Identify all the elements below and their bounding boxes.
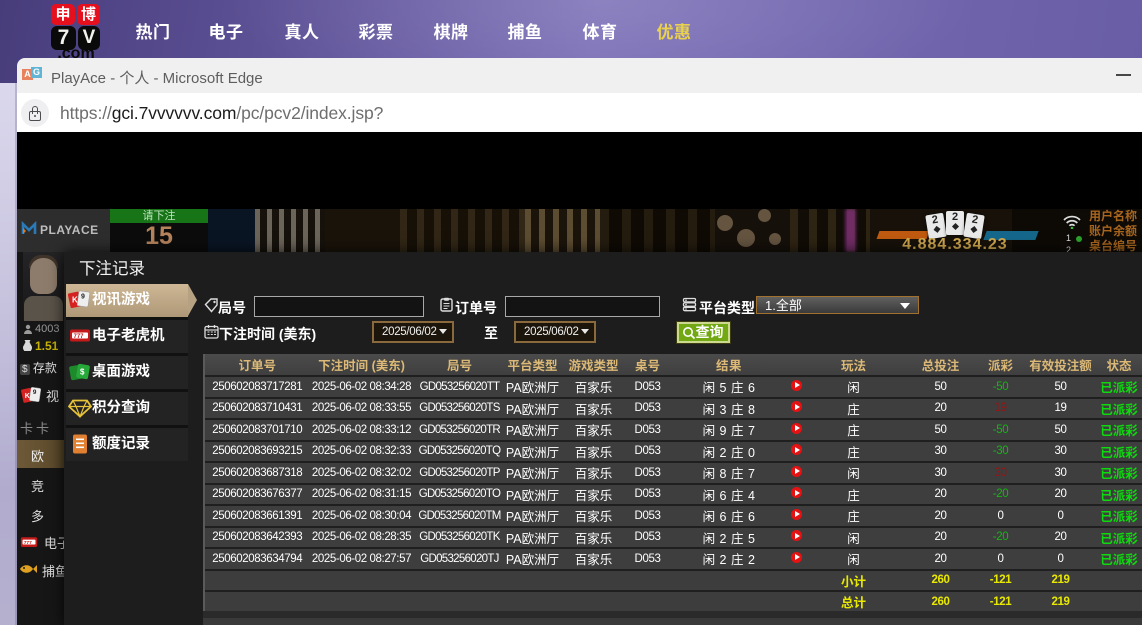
svg-text:9: 9 <box>33 389 37 396</box>
svg-text:777: 777 <box>74 334 85 340</box>
svg-text:777: 777 <box>24 540 32 546</box>
svg-text:9: 9 <box>81 294 85 301</box>
svg-text:$: $ <box>80 368 85 377</box>
